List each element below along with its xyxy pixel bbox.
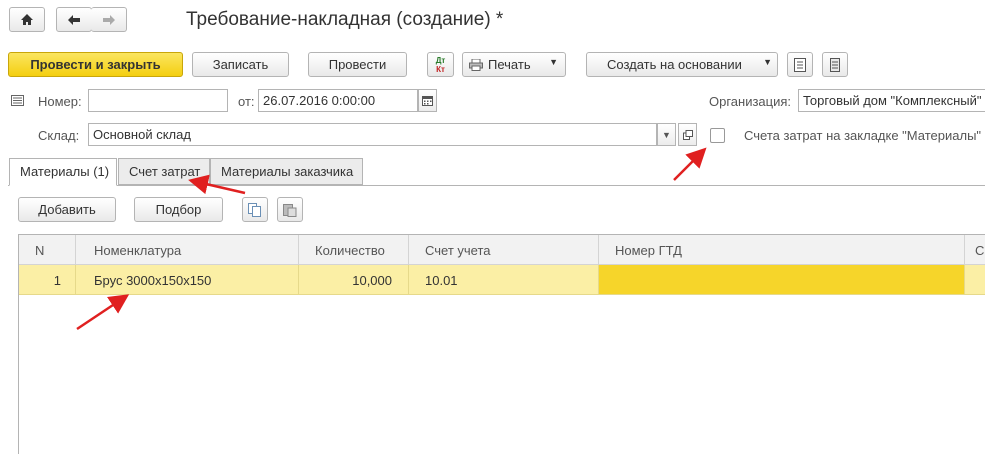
number-label: Номер: <box>38 94 82 109</box>
organization-label: Организация: <box>709 94 792 109</box>
chevron-down-icon: ▼ <box>662 129 671 140</box>
save-button[interactable]: Записать <box>192 52 289 77</box>
home-button[interactable] <box>9 7 45 32</box>
document-info-icon <box>11 95 24 106</box>
table-row-cell-gtd-number[interactable] <box>599 265 965 295</box>
add-button[interactable]: Добавить <box>18 197 116 222</box>
document-structure-button[interactable] <box>787 52 813 77</box>
home-icon <box>21 14 33 25</box>
calendar-icon <box>422 95 433 106</box>
tab-materials[interactable]: Материалы (1) <box>9 158 117 186</box>
column-header-quantity[interactable]: Количество <box>299 235 409 265</box>
post-button[interactable]: Провести <box>308 52 407 77</box>
tabs-baseline <box>8 185 985 186</box>
warehouse-label: Склад: <box>38 128 80 143</box>
create-based-on-label: Создать на основании <box>607 57 742 72</box>
copy-button[interactable] <box>242 197 268 222</box>
warehouse-open-button[interactable] <box>678 123 697 146</box>
dt-kt-button[interactable]: Дт Кт <box>427 52 454 77</box>
number-field[interactable] <box>88 89 228 112</box>
back-button[interactable] <box>56 7 92 32</box>
cost-accounts-checkbox-label: Счета затрат на закладке "Материалы" <box>744 128 982 143</box>
column-header-gtd-number[interactable]: Номер ГТД <box>599 235 965 265</box>
table-row-cell-n[interactable]: 1 <box>19 265 76 295</box>
post-and-close-button[interactable]: Провести и закрыть <box>8 52 183 77</box>
pick-button[interactable]: Подбор <box>134 197 223 222</box>
list-button[interactable] <box>822 52 848 77</box>
open-icon <box>682 129 693 140</box>
forward-button[interactable] <box>91 7 127 32</box>
date-field[interactable]: 26.07.2016 0:00:00 <box>258 89 418 112</box>
arrow-left-icon <box>68 14 80 25</box>
chevron-down-icon: ▼ <box>763 57 772 67</box>
page-title: Требование-накладная (создание) * <box>186 9 504 30</box>
chevron-down-icon: ▼ <box>549 57 558 67</box>
table-row-cell-nomenclature[interactable]: Брус 3000х150х150 <box>76 265 299 295</box>
print-label: Печать <box>488 57 531 72</box>
calendar-button[interactable] <box>418 89 437 112</box>
kt-label: Кт <box>436 64 445 74</box>
paste-icon <box>283 203 297 217</box>
tab-cost-account[interactable]: Счет затрат <box>118 158 210 185</box>
table-row-cell-quantity[interactable]: 10,000 <box>299 265 409 295</box>
dt-label: Дт <box>435 55 446 65</box>
column-header-account[interactable]: Счет учета <box>409 235 599 265</box>
dt-kt-icon: Дт Кт <box>436 56 446 74</box>
document-icon <box>794 57 806 72</box>
printer-icon <box>469 58 483 71</box>
arrow-right-icon <box>102 14 115 25</box>
warehouse-field[interactable]: Основной склад <box>88 123 657 146</box>
table-row-cell-account[interactable]: 10.01 <box>409 265 599 295</box>
date-label: от: <box>238 94 255 109</box>
warehouse-dropdown-button[interactable]: ▼ <box>657 123 676 146</box>
copy-icon <box>248 202 261 217</box>
column-header-n[interactable]: N <box>19 235 76 265</box>
paste-button[interactable] <box>277 197 303 222</box>
arrow-to-checkbox <box>673 147 707 181</box>
organization-field[interactable]: Торговый дом "Комплексный" <box>798 89 985 112</box>
tab-customer-materials[interactable]: Материалы заказчика <box>210 158 363 185</box>
materials-table: N Номенклатура Количество Счет учета Ном… <box>18 234 985 454</box>
column-header-extra[interactable]: С <box>965 235 985 265</box>
print-button[interactable]: Печать ▼ <box>462 52 566 77</box>
table-row-cell-extra[interactable] <box>965 265 985 295</box>
cost-accounts-checkbox[interactable] <box>710 128 725 143</box>
create-based-on-button[interactable]: Создать на основании ▼ <box>586 52 778 77</box>
column-header-nomenclature[interactable]: Номенклатура <box>76 235 299 265</box>
list-icon <box>830 57 840 72</box>
